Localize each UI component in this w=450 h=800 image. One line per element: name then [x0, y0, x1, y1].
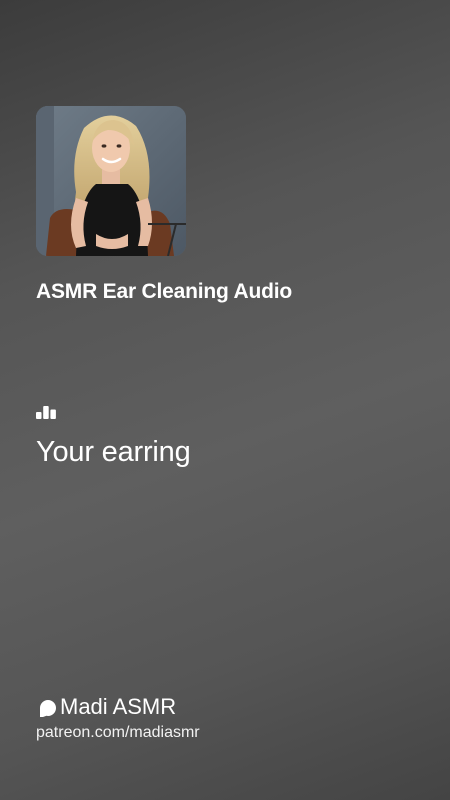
lyric-line: Your earring: [36, 436, 191, 468]
track-title: ASMR Ear Cleaning Audio: [36, 280, 292, 303]
bar-chart-icon: [36, 406, 56, 419]
portrait-photo: [36, 106, 186, 256]
cover-art: [36, 106, 186, 256]
creator-name: Madi ASMR: [60, 694, 177, 719]
creator-link[interactable]: Madi ASMR: [36, 694, 176, 720]
patreon-icon: [40, 700, 56, 717]
creator-url[interactable]: patreon.com/madiasmr: [36, 724, 200, 742]
